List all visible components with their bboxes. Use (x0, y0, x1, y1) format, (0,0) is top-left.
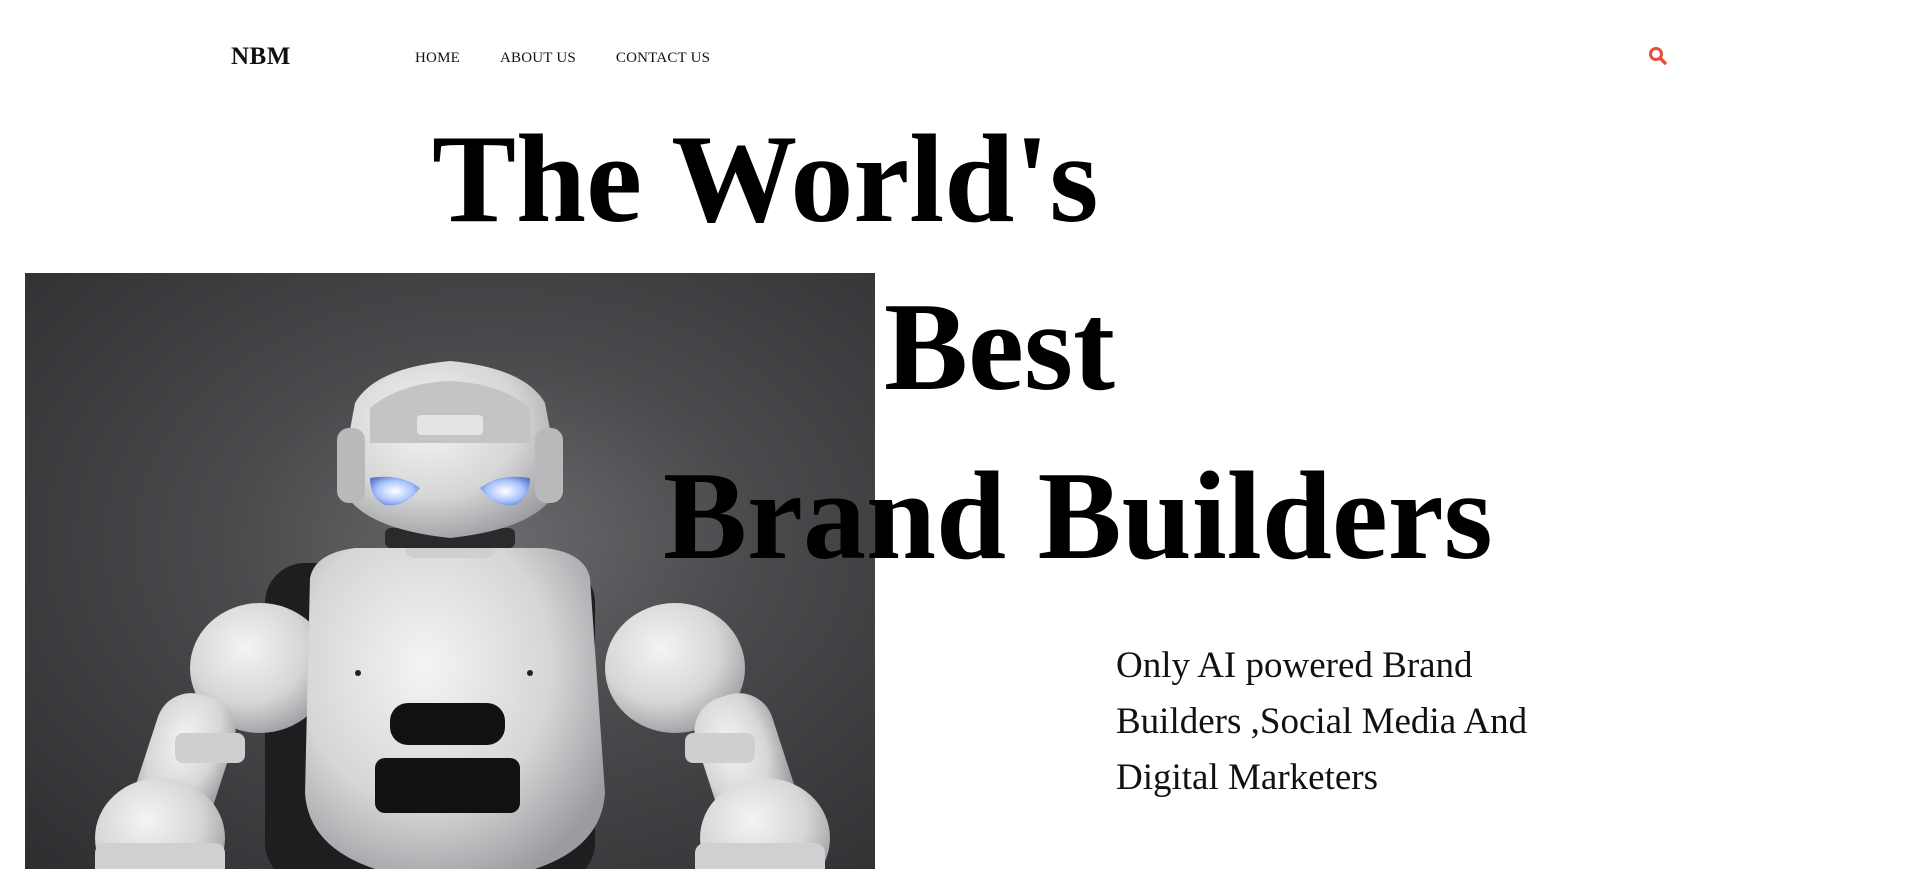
hero-tagline: Only AI powered Brand Builders ,Social M… (1116, 645, 1528, 798)
nav-contact-us[interactable]: CONTACT US (616, 50, 710, 67)
search-icon[interactable] (1648, 46, 1668, 66)
brand-logo[interactable]: NBM (231, 43, 291, 71)
headline-line-2: Best (884, 278, 1115, 417)
nav-about-us[interactable]: ABOUT US (500, 50, 576, 67)
headline-line-3: Brand Builders (663, 447, 1493, 586)
headline-line-1: The World's (432, 110, 1099, 249)
landing-page: NBM HOME ABOUT US CONTACT US The World's… (0, 0, 1920, 869)
nav-home[interactable]: HOME (415, 50, 460, 67)
main-nav: HOME ABOUT US CONTACT US (415, 50, 750, 67)
